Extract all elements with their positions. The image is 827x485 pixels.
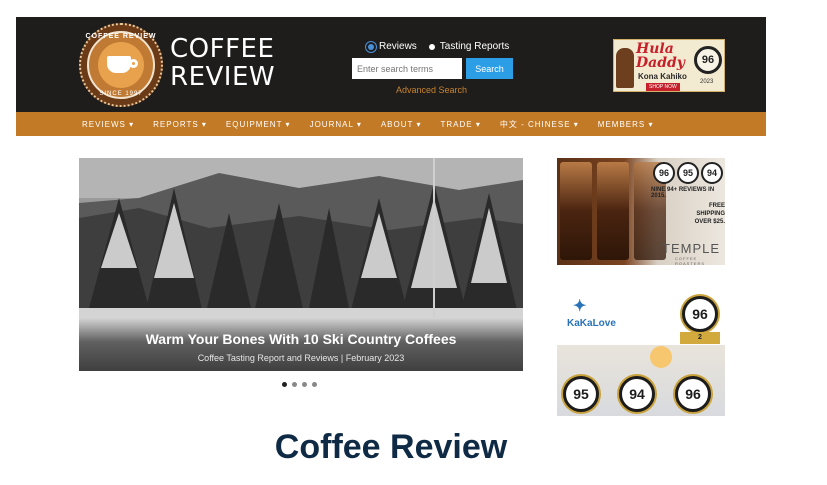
nav-item-trade[interactable]: TRADE ▾ — [441, 120, 481, 129]
score-medal-icon: 95 — [563, 376, 599, 412]
slide-dot-2[interactable] — [292, 382, 297, 387]
slide-dot-1[interactable] — [282, 382, 287, 387]
temple-ad-shipping-text: FREE SHIPPING OVER $25. — [681, 202, 725, 226]
hero-slide[interactable]: Warm Your Bones With 10 Ski Country Coff… — [79, 158, 523, 371]
nav-item-equipment[interactable]: EQUIPMENT ▾ — [226, 120, 291, 129]
wordmark-line2: REVIEW — [170, 62, 276, 92]
hula-ad-subtitle: Kona Kahiko — [638, 72, 687, 81]
advanced-search-link[interactable]: Advanced Search — [396, 85, 467, 95]
temple-brand-sub: COFFEE ROASTERS — [675, 256, 706, 265]
logo-arc-top: COFFEE REVIEW — [85, 33, 157, 40]
nav-item-about[interactable]: ABOUT ▾ — [381, 120, 422, 129]
coffee-glass-image — [597, 162, 629, 260]
score-medal-icon: 96 — [682, 296, 718, 332]
nav-item-journal[interactable]: JOURNAL ▾ — [310, 120, 362, 129]
hula-ad-title-line1: Hula — [636, 41, 674, 57]
search-button[interactable]: Search — [466, 58, 513, 79]
score-medal-icon: 96 — [653, 162, 675, 184]
nav-item-reviews[interactable]: REVIEWS ▾ — [82, 120, 134, 129]
main-nav: REVIEWS ▾ REPORTS ▾ EQUIPMENT ▾ JOURNAL … — [16, 112, 766, 136]
hula-ad-year: 2023 — [700, 79, 714, 85]
coffee-cup-icon — [107, 56, 131, 73]
page: COFFEE REVIEW SINCE 1997 COFFEE REVIEW R… — [0, 0, 827, 485]
radio-reviews-label: Reviews — [379, 41, 417, 52]
hula-ad-title: Hula Daddy — [636, 42, 685, 70]
radio-tasting-label: Tasting Reports — [439, 41, 510, 52]
wordmark-line1: COFFEE — [170, 34, 275, 64]
kakalove-logo-text: KaKaLove — [567, 318, 616, 329]
sun-icon — [650, 346, 672, 368]
site-header: COFFEE REVIEW SINCE 1997 COFFEE REVIEW R… — [16, 17, 766, 112]
hula-ad-title-line2: Daddy — [636, 55, 685, 71]
page-title: Coffee Review — [274, 428, 508, 466]
radio-selected-icon — [368, 43, 374, 50]
temple-brand: TEMPLE — [662, 241, 721, 256]
slider-pagination — [282, 382, 317, 387]
temple-coffee-ad[interactable]: 96 95 94 NINE 94+ REVIEWS IN 2015. FREE … — [557, 158, 725, 265]
coffee-review-logo[interactable]: COFFEE REVIEW SINCE 1997 — [79, 23, 163, 107]
nav-item-chinese[interactable]: 中文 - CHINESE ▾ — [500, 119, 579, 130]
coffee-cup-handle-icon — [129, 59, 138, 68]
kakalove-logo-icon: ✦ — [573, 298, 587, 315]
medal-ribbon: 2 — [680, 332, 720, 344]
hero-title[interactable]: Warm Your Bones With 10 Ski Country Coff… — [79, 331, 523, 347]
site-wordmark[interactable]: COFFEE REVIEW — [170, 35, 275, 91]
score-medal-icon: 96 — [694, 46, 722, 74]
hula-shop-now-button[interactable]: SHOP NOW — [646, 83, 680, 91]
hula-figure-image — [616, 48, 634, 88]
search-input[interactable] — [352, 58, 462, 79]
score-medal-icon: 96 — [675, 376, 711, 412]
radio-unselected-icon — [428, 43, 435, 50]
score-medal-icon: 94 — [701, 162, 723, 184]
coffee-glass-image — [560, 162, 592, 260]
hula-daddy-ad[interactable]: Hula Daddy Kona Kahiko SHOP NOW 96 2023 — [613, 39, 725, 92]
radio-reviews[interactable]: Reviews — [368, 41, 417, 52]
temple-ad-shipping-line2: OVER $25. — [694, 219, 725, 225]
logo-arc-bottom: SINCE 1997 — [99, 91, 143, 97]
nav-item-reports[interactable]: REPORTS ▾ — [153, 120, 207, 129]
temple-ad-reviews-text: NINE 94+ REVIEWS IN 2015. — [651, 187, 715, 199]
kakalove-ad[interactable]: ✦ KaKaLove 96 2 95 94 96 — [557, 290, 725, 416]
slide-dot-4[interactable] — [312, 382, 317, 387]
score-medal-icon: 95 — [677, 162, 699, 184]
score-medal-icon: 94 — [619, 376, 655, 412]
search-scope-options: Reviews Tasting Reports — [368, 41, 509, 52]
radio-tasting-reports[interactable]: Tasting Reports — [428, 41, 510, 52]
hero-subtitle: Coffee Tasting Report and Reviews | Febr… — [197, 353, 405, 363]
slide-dot-3[interactable] — [302, 382, 307, 387]
nav-item-members[interactable]: MEMBERS ▾ — [598, 120, 654, 129]
temple-ad-shipping-line1: FREE SHIPPING — [696, 203, 725, 217]
